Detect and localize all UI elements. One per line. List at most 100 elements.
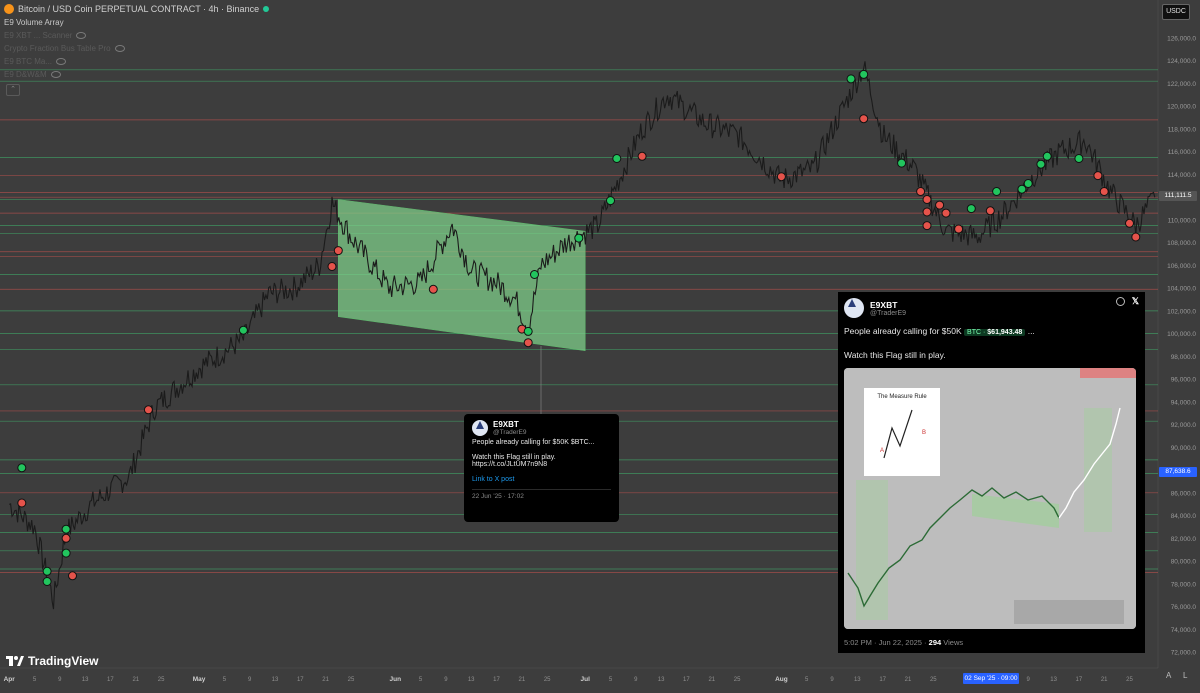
time-axis-label: 9 <box>830 677 834 683</box>
indicator-row[interactable]: E9 Volume Array <box>4 18 64 27</box>
tradingview-icon <box>6 656 24 666</box>
sell-signal-marker <box>954 224 964 234</box>
eye-icon[interactable] <box>114 45 125 52</box>
time-axis-label: 5 <box>609 677 613 683</box>
price-axis-label: 106,000.0 <box>1167 263 1196 270</box>
tweet-views-label: Views <box>943 638 964 647</box>
tweet-link[interactable]: Link to X post <box>472 476 611 483</box>
tweet-callout-small[interactable]: E9XBT @TraderE9 People already calling f… <box>464 414 619 522</box>
currency-button[interactable]: USDC <box>1162 4 1190 20</box>
tweet-url[interactable]: https://t.co/JLtUM7n9N8 <box>472 461 611 468</box>
buy-signal-marker <box>574 233 584 243</box>
tweet-text-suffix: ... <box>1027 326 1035 336</box>
buy-signal-marker <box>612 154 622 163</box>
tweet-embed[interactable]: E9XBT @TraderE9 𝕏 People already calling… <box>838 292 1145 653</box>
eye-icon[interactable] <box>56 58 67 65</box>
time-axis-label: 5 <box>223 677 227 683</box>
measure-label-b: B <box>922 430 926 436</box>
auto-scale-button[interactable]: A <box>1166 671 1171 680</box>
time-axis-label: 13 <box>658 677 665 683</box>
sell-signal-marker <box>143 405 153 415</box>
logo-text: TradingView <box>28 654 99 668</box>
time-axis-label: 13 <box>854 677 861 683</box>
measure-rule-card <box>864 388 940 476</box>
eye-icon[interactable] <box>50 71 61 78</box>
sell-signal-marker <box>428 284 438 294</box>
price-axis-label: 110,000.0 <box>1168 217 1197 224</box>
bitcoin-icon <box>4 4 14 14</box>
sell-signal-marker <box>1093 171 1103 181</box>
price-axis-label: 92,000.0 <box>1171 422 1197 429</box>
time-axis-label: 17 <box>879 677 886 683</box>
bull-flag-channel <box>337 199 586 352</box>
buy-signal-marker <box>17 463 27 473</box>
buy-signal-marker <box>1036 159 1046 169</box>
cursor-date-tag: 02 Sep '25 · 09:00 <box>963 673 1019 684</box>
time-axis-label: Jun <box>390 676 402 683</box>
time-axis-label: May <box>193 676 206 683</box>
price-axis-label: 124,000.0 <box>1167 58 1196 65</box>
indicator-row[interactable]: E9 BTC Ma... <box>4 57 67 66</box>
tweet-author-handle: @TraderE9 <box>870 309 907 317</box>
tweet-text-2: Watch this Flag still in play. <box>472 454 556 461</box>
buy-signal-marker <box>530 270 539 279</box>
indicator-label: E9 D&W&M <box>4 70 47 79</box>
time-axis-label: 25 <box>734 677 741 683</box>
price-axis-label: 114,000.0 <box>1168 172 1197 179</box>
indicator-row[interactable]: E9 D&W&M <box>4 70 61 79</box>
buy-signal-marker <box>42 577 52 586</box>
eye-icon[interactable] <box>76 32 87 39</box>
indicator-label: E9 Volume Array <box>4 18 64 27</box>
tweet-chart-image: The Measure Rule A B <box>844 368 1136 629</box>
sell-signal-marker <box>985 206 995 216</box>
time-axis-label: 9 <box>248 677 252 683</box>
ticker-pill[interactable]: BTC · $61,943.48 <box>964 329 1026 336</box>
sell-signal-marker <box>61 533 71 543</box>
time-axis-label: 21 <box>905 677 912 683</box>
time-axis-label: 17 <box>1076 677 1083 683</box>
measure-label-a: A <box>880 448 884 454</box>
buy-signal-marker <box>606 196 615 206</box>
buy-signal-marker <box>61 548 71 558</box>
sell-signal-marker <box>776 172 786 182</box>
x-logo-icon[interactable]: 𝕏 <box>1132 296 1139 307</box>
time-axis-label: 17 <box>683 677 690 683</box>
ticker-pill-price: $61,943.48 <box>987 329 1023 336</box>
sell-signal-marker <box>68 571 77 581</box>
cursor-price-tag: 87,638.6 <box>1159 467 1197 477</box>
refresh-icon[interactable] <box>1116 297 1125 306</box>
price-axis-label: 80,000.0 <box>1171 559 1197 566</box>
price-axis-label: 74,000.0 <box>1171 627 1197 634</box>
price-axis-label: 90,000.0 <box>1171 445 1197 452</box>
buy-signal-marker <box>897 158 907 168</box>
sell-signal-marker <box>327 262 337 271</box>
buy-signal-marker <box>966 204 976 214</box>
tradingview-logo[interactable]: TradingView <box>6 654 98 668</box>
log-scale-button[interactable]: L <box>1183 671 1187 680</box>
time-axis-label: 5 <box>419 677 423 683</box>
avatar <box>472 420 488 436</box>
price-axis-label: 118,000.0 <box>1168 127 1197 134</box>
time-axis-label: Apr <box>4 676 16 683</box>
price-axis-label: 126,000.0 <box>1167 36 1196 43</box>
sell-signal-marker <box>1131 232 1141 242</box>
price-axis-label: 78,000.0 <box>1171 581 1197 588</box>
price-axis-label: 94,000.0 <box>1171 399 1197 406</box>
indicator-row[interactable]: E9 XBT ... Scanner <box>4 31 87 40</box>
buy-signal-marker <box>1042 151 1052 161</box>
indicator-row[interactable]: Crypto Fraction Bus Table Pro <box>4 44 125 53</box>
time-axis-label: 13 <box>468 677 475 683</box>
avatar <box>844 298 864 318</box>
symbol-title[interactable]: Bitcoin / USD Coin PERPETUAL CONTRACT · … <box>18 4 259 14</box>
sell-signal-marker <box>859 114 869 124</box>
time-axis-label: 21 <box>708 677 715 683</box>
time-axis-label: 25 <box>930 677 937 683</box>
tweet-text: People already calling for $50K BTC · $6… <box>844 326 1139 336</box>
collapse-indicators-button[interactable]: ⌃ <box>6 84 20 96</box>
time-axis-label: 21 <box>1101 677 1108 683</box>
symbol-header[interactable]: Bitcoin / USD Coin PERPETUAL CONTRACT · … <box>4 4 270 14</box>
tweet-image[interactable]: The Measure Rule A B <box>844 368 1136 629</box>
buy-signal-marker <box>992 187 1002 196</box>
price-axis-label: 76,000.0 <box>1171 604 1197 611</box>
time-axis-label: 13 <box>272 677 279 683</box>
